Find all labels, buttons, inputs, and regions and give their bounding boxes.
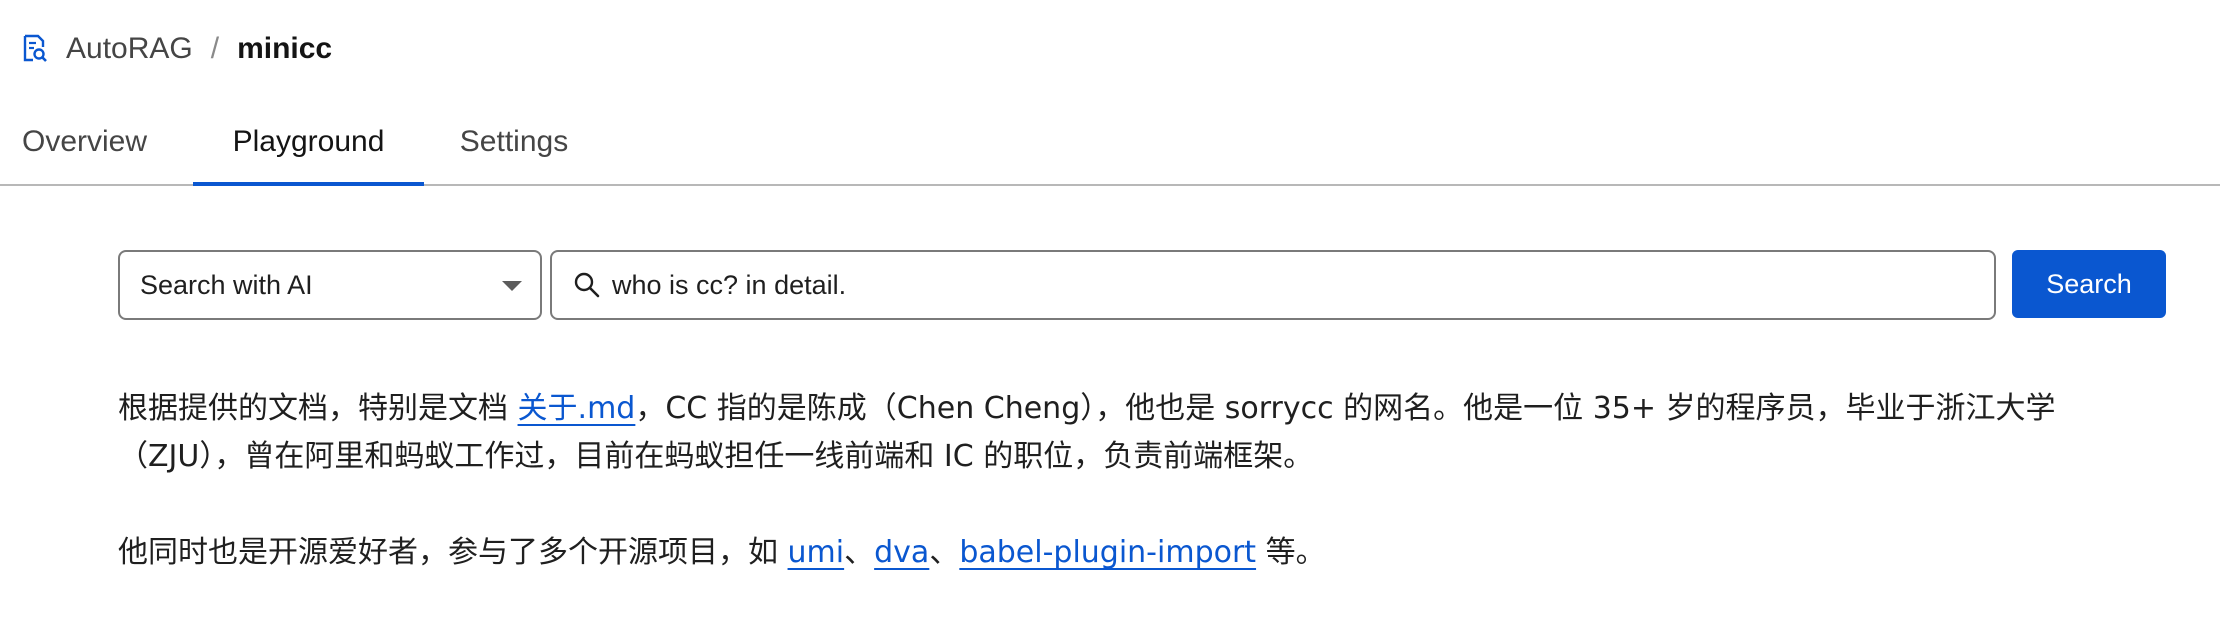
answer-paragraph-1: 根据提供的文档，特别是文档 关于.md，CC 指的是陈成（Chen Cheng）…: [118, 385, 2158, 481]
search-button[interactable]: Search: [2012, 250, 2166, 318]
answer-paragraph-2: 他同时也是开源爱好者，参与了多个开源项目，如 umi、dva、babel-plu…: [118, 529, 2158, 577]
tab-playground[interactable]: Playground: [193, 100, 424, 186]
breadcrumb-current: minicc: [237, 32, 333, 65]
search-mode-select[interactable]: Search with AI: [118, 250, 542, 320]
answer-content: 根据提供的文档，特别是文档 关于.md，CC 指的是陈成（Chen Cheng）…: [118, 385, 2158, 577]
answer-text: 根据提供的文档，特别是文档: [118, 391, 518, 426]
project-link-babel-plugin-import[interactable]: babel-plugin-import: [959, 535, 1256, 570]
search-row: Search with AI Search: [118, 250, 2166, 320]
search-box[interactable]: [550, 250, 1996, 320]
caret-down-icon: [502, 281, 522, 291]
breadcrumb: AutoRAG / minicc: [22, 24, 332, 74]
answer-text: 他同时也是开源爱好者，参与了多个开源项目，如: [118, 535, 788, 570]
project-link-umi[interactable]: umi: [788, 535, 845, 570]
list-separator: 、: [844, 535, 875, 570]
search-mode-value: Search with AI: [140, 269, 313, 300]
search-input[interactable]: [612, 255, 1972, 315]
source-link-about-md[interactable]: 关于.md: [518, 391, 636, 426]
list-separator: 、: [929, 535, 960, 570]
document-search-icon: [22, 33, 48, 65]
answer-text: 等。: [1256, 535, 1326, 570]
tab-overview[interactable]: Overview: [0, 100, 193, 184]
breadcrumb-root[interactable]: AutoRAG: [66, 32, 193, 66]
project-link-dva[interactable]: dva: [874, 535, 929, 570]
tab-settings[interactable]: Settings: [424, 100, 604, 184]
page: AutoRAG / minicc Overview Playground Set…: [0, 0, 2220, 640]
breadcrumb-separator: /: [210, 32, 220, 65]
tab-bar: Overview Playground Settings: [0, 100, 2220, 186]
search-icon: [572, 270, 602, 300]
